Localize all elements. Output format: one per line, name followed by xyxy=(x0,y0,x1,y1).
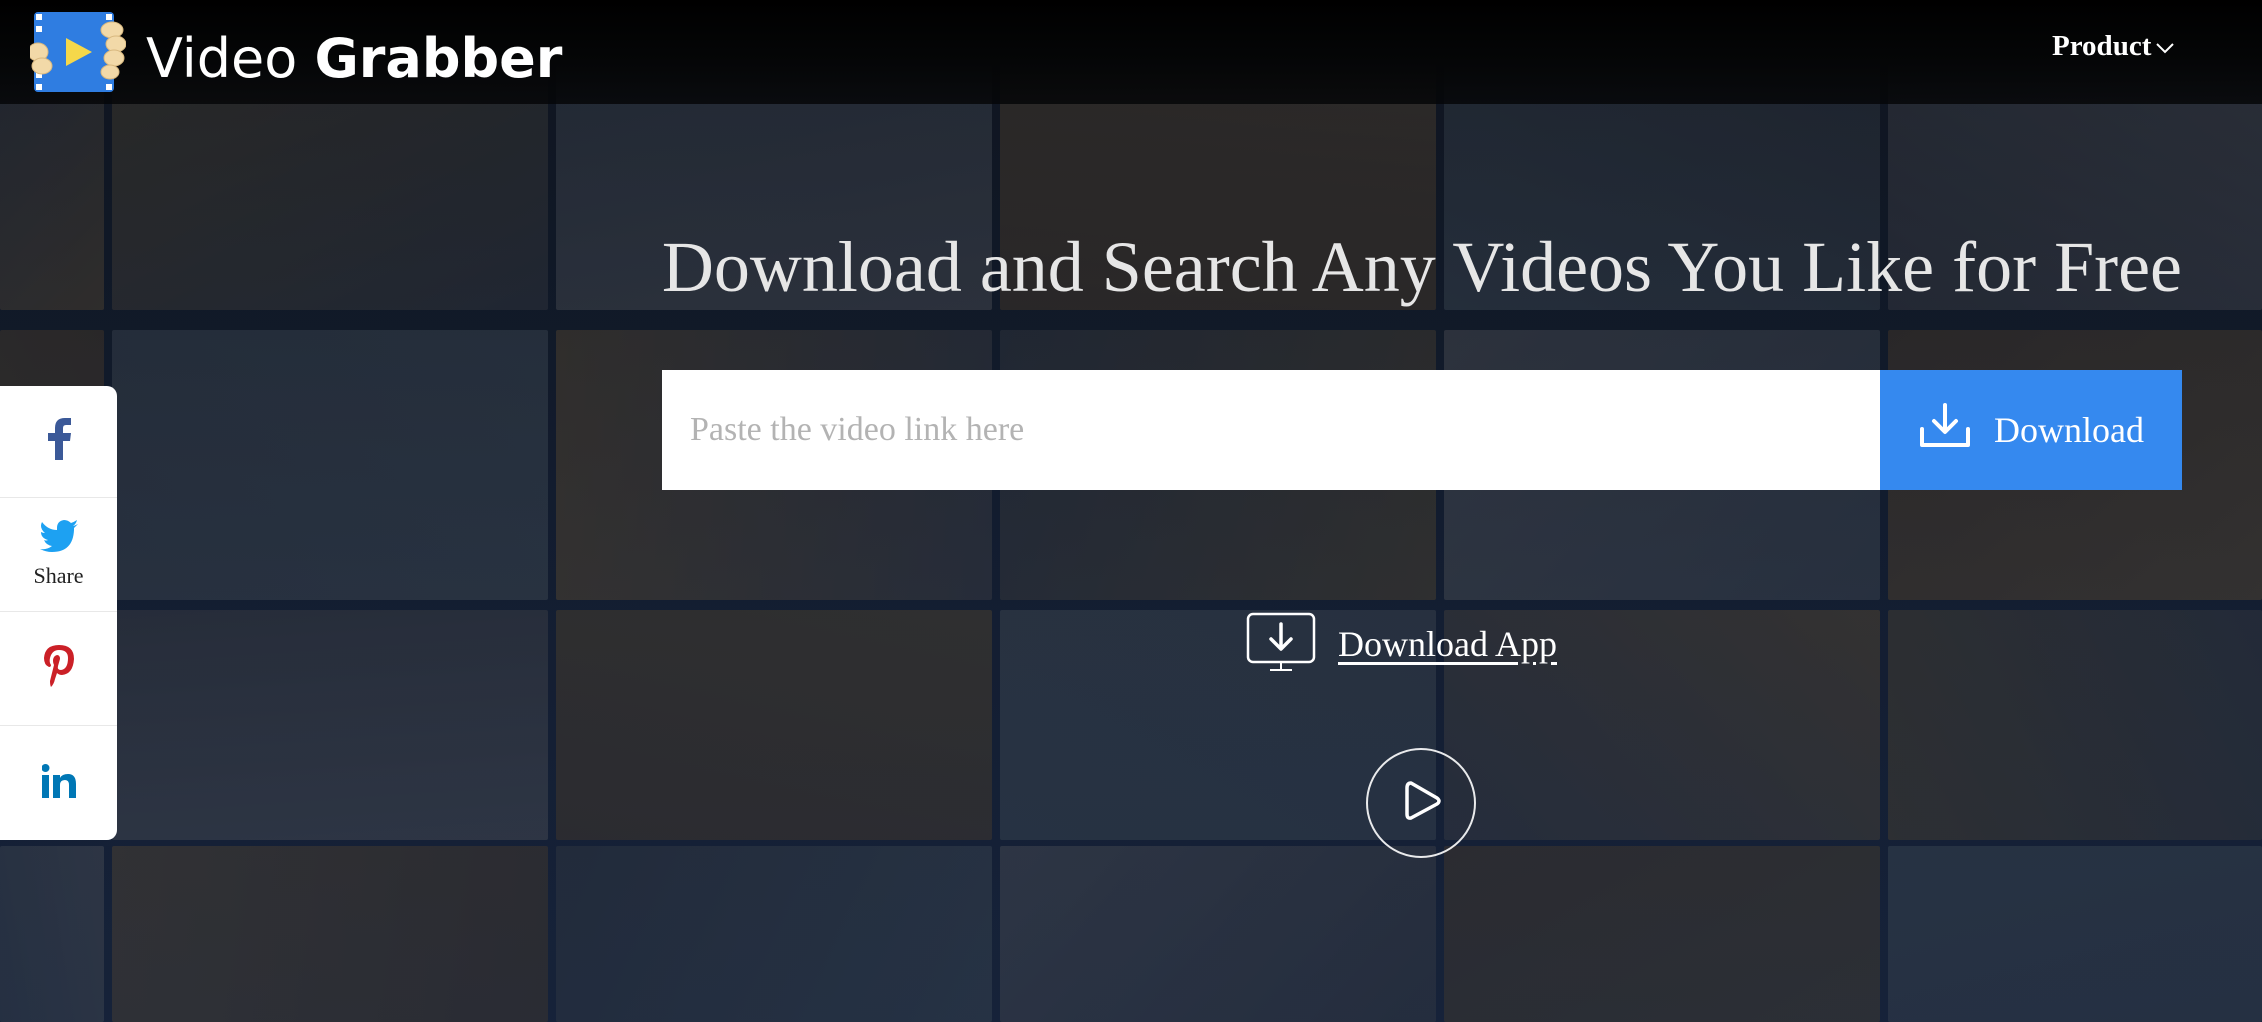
download-button[interactable]: Download xyxy=(1880,370,2182,490)
page: Video Grabber Product Download and Searc… xyxy=(0,0,2262,1022)
download-icon xyxy=(1918,401,1972,460)
chevron-down-icon xyxy=(2155,30,2175,63)
play-icon xyxy=(1393,773,1449,834)
share-pinterest[interactable] xyxy=(0,612,117,726)
social-share-bar: Share xyxy=(0,386,117,840)
desktop-download-icon xyxy=(1246,612,1318,677)
top-header: Video Grabber Product xyxy=(0,0,2262,104)
nav-product-menu[interactable]: Product xyxy=(2052,30,2175,63)
video-link-search-box xyxy=(662,370,1882,490)
twitter-icon xyxy=(39,520,78,557)
linkedin-icon xyxy=(41,763,76,803)
brand-name-bold: Grabber xyxy=(314,27,563,90)
share-twitter-label: Share xyxy=(33,563,84,588)
play-video-button[interactable] xyxy=(1366,748,1476,858)
share-facebook[interactable] xyxy=(0,386,117,498)
hero-title: Download and Search Any Videos You Like … xyxy=(661,227,2182,307)
download-button-label: Download xyxy=(1994,410,2144,450)
download-app-link[interactable]: Download App xyxy=(1246,612,1557,677)
background-overlay xyxy=(0,0,2262,1022)
share-twitter[interactable]: Share xyxy=(0,498,117,612)
brand-name-light: Video xyxy=(146,27,315,90)
nav-product-label: Product xyxy=(2052,30,2152,62)
download-app-label: Download App xyxy=(1338,624,1557,664)
share-linkedin[interactable] xyxy=(0,726,117,840)
video-link-input[interactable] xyxy=(662,370,1882,490)
facebook-icon xyxy=(45,418,73,465)
brand-name[interactable]: Video Grabber xyxy=(146,24,562,94)
video-grabber-logo[interactable] xyxy=(27,8,127,96)
pinterest-icon xyxy=(43,645,75,692)
